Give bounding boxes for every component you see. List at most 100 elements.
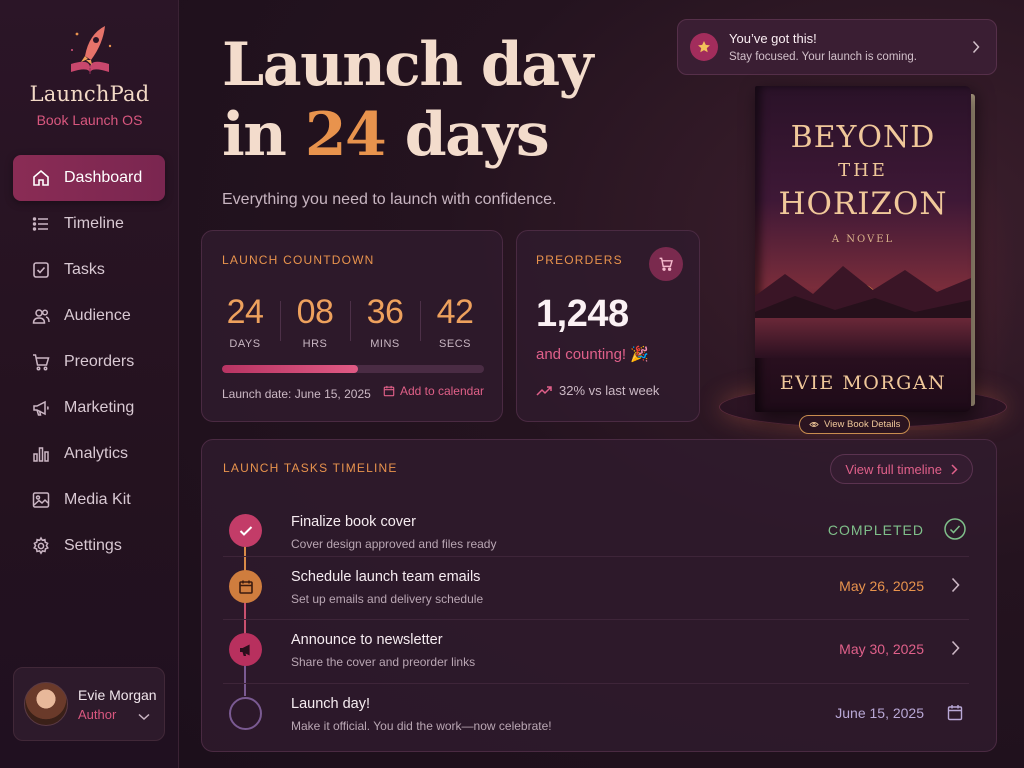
- home-icon: [31, 168, 51, 188]
- sidebar-item-label: Media Kit: [64, 491, 131, 508]
- view-book-details-label: View Book Details: [824, 419, 901, 430]
- chevron-right-icon[interactable]: [972, 40, 980, 59]
- preorders-count: 1,248: [536, 293, 629, 335]
- task-title: Finalize book cover: [291, 514, 416, 530]
- task-due-date: May 30, 2025: [839, 641, 924, 657]
- sidebar-item-analytics[interactable]: Analytics: [13, 431, 165, 477]
- sidebar-item-label: Preorders: [64, 353, 135, 370]
- main-content: Launch day in 24 days Everything you nee…: [179, 0, 1024, 768]
- countdown-hours: 08 HRS: [280, 293, 350, 350]
- brand-subtitle: Book Launch OS: [36, 112, 143, 128]
- sidebar-item-preorders[interactable]: Preorders: [13, 339, 165, 385]
- book-title-line1: BEYOND: [790, 120, 936, 155]
- task-title: Announce to newsletter: [291, 632, 443, 648]
- sidebar-item-timeline[interactable]: Timeline: [13, 201, 165, 247]
- user-profile-card[interactable]: Evie Morgan Author: [13, 667, 165, 741]
- countdown-value: 36: [366, 293, 404, 331]
- book-subtitle: A NOVEL: [831, 234, 895, 245]
- megaphone-icon: [31, 398, 51, 418]
- calendar-icon: [229, 570, 262, 603]
- chevron-down-icon[interactable]: [138, 708, 150, 726]
- preorders-card: PREORDERS 1,248 and counting! 🎉 32% vs l…: [516, 230, 700, 422]
- check-icon: [229, 514, 262, 547]
- sidebar-item-label: Analytics: [64, 445, 129, 462]
- timeline-task[interactable]: Launch day! Make it official. You did th…: [223, 683, 969, 747]
- task-description: Make it official. You did the work—now c…: [291, 719, 552, 733]
- countdown-unit-label: HRS: [302, 338, 328, 350]
- toast-message: Stay focused. Your launch is coming.: [729, 51, 917, 63]
- view-full-timeline-button[interactable]: View full timeline: [830, 454, 973, 484]
- chevron-right-icon: [951, 463, 958, 475]
- brand-name: LaunchPad: [29, 82, 150, 106]
- timeline-task[interactable]: Announce to newsletter Share the cover a…: [223, 619, 969, 683]
- preorders-subtext: and counting! 🎉: [536, 346, 649, 363]
- timeline-label: LAUNCH TASKS TIMELINE: [223, 461, 398, 475]
- book-cover[interactable]: BEYOND THE HORIZON A NOVEL EVIE MORGAN: [755, 86, 971, 412]
- sidebar-item-tasks[interactable]: Tasks: [13, 247, 165, 293]
- countdown-unit-label: DAYS: [229, 338, 261, 350]
- view-book-details-button[interactable]: View Book Details: [799, 415, 911, 434]
- title-suffix: days: [385, 100, 550, 170]
- avatar: [24, 682, 68, 726]
- task-status: COMPLETED: [827, 522, 924, 538]
- launch-tasks-timeline-card: LAUNCH TASKS TIMELINE View full timeline…: [201, 439, 997, 752]
- user-name: Evie Morgan: [78, 686, 157, 703]
- sidebar-item-dashboard[interactable]: Dashboard: [13, 155, 165, 201]
- days-remaining: 24: [304, 100, 387, 170]
- countdown-unit-label: MINS: [370, 338, 400, 350]
- task-description: Cover design approved and files ready: [291, 537, 497, 551]
- cart-icon: [31, 352, 51, 372]
- countdown-value: 42: [436, 293, 474, 331]
- book-lake: [755, 318, 971, 358]
- launch-progress-bar: [222, 365, 484, 373]
- sidebar-item-audience[interactable]: Audience: [13, 293, 165, 339]
- title-line1: Launch day: [222, 30, 594, 100]
- launch-countdown-card: LAUNCH COUNTDOWN 24 DAYS 08 HRS 36 MINS …: [201, 230, 503, 422]
- preorders-trend: 32% vs last week: [536, 383, 659, 398]
- sidebar-nav: Dashboard Timeline Tasks Audience Preord…: [13, 155, 165, 569]
- cart-icon: [649, 247, 683, 281]
- sidebar-item-label: Audience: [64, 307, 131, 324]
- megaphone-icon: [229, 633, 262, 666]
- calendar-icon[interactable]: [943, 700, 967, 724]
- task-description: Share the cover and preorder links: [291, 655, 476, 669]
- countdown-minutes: 36 MINS: [350, 293, 420, 350]
- sidebar: LaunchPad Book Launch OS Dashboard Timel…: [0, 0, 179, 768]
- task-due-date: May 26, 2025: [839, 578, 924, 594]
- bar-chart-icon: [31, 444, 51, 464]
- eye-icon: [809, 422, 819, 427]
- sidebar-item-marketing[interactable]: Marketing: [13, 385, 165, 431]
- sidebar-item-settings[interactable]: Settings: [13, 523, 165, 569]
- sidebar-item-label: Settings: [64, 537, 122, 554]
- countdown-seconds: 42 SECS: [420, 293, 490, 350]
- motivation-toast[interactable]: You’ve got this! Stay focused. Your laun…: [677, 19, 997, 75]
- countdown-value: 08: [296, 293, 334, 331]
- empty-circle-icon: [229, 697, 262, 730]
- title-prefix: in: [222, 100, 305, 170]
- add-to-calendar-link[interactable]: Add to calendar: [383, 384, 484, 398]
- star-icon: [690, 33, 718, 61]
- page-subtitle: Everything you need to launch with confi…: [222, 191, 557, 208]
- image-icon: [31, 490, 51, 510]
- chevron-right-icon[interactable]: [943, 636, 967, 660]
- sidebar-item-label: Tasks: [64, 261, 105, 278]
- trending-up-icon: [536, 385, 552, 396]
- users-icon: [31, 306, 51, 326]
- toast-title: You’ve got this!: [729, 31, 817, 46]
- checkbox-icon: [31, 260, 51, 280]
- gear-icon: [31, 536, 51, 556]
- launch-date: Launch date: June 15, 2025: [222, 387, 371, 401]
- sidebar-item-media-kit[interactable]: Media Kit: [13, 477, 165, 523]
- preorders-label: PREORDERS: [536, 253, 623, 267]
- chevron-right-icon[interactable]: [943, 573, 967, 597]
- task-title: Schedule launch team emails: [291, 569, 481, 585]
- rocket-book-logo-icon: [70, 26, 111, 74]
- page-title: Launch day in 24 days: [222, 30, 594, 170]
- countdown-label: LAUNCH COUNTDOWN: [222, 253, 375, 267]
- check-circle-icon: [943, 517, 967, 541]
- view-full-timeline-label: View full timeline: [845, 461, 942, 477]
- countdown-value: 24: [226, 293, 264, 331]
- trend-text: 32% vs last week: [559, 383, 660, 398]
- add-to-calendar-label: Add to calendar: [399, 384, 484, 398]
- timeline-task[interactable]: Schedule launch team emails Set up email…: [223, 556, 969, 620]
